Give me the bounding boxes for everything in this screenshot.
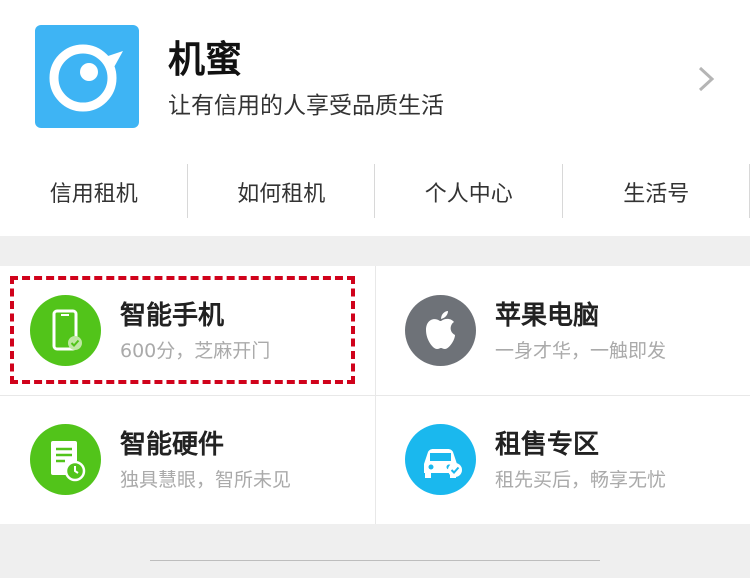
nav-item-label: 如何租机 bbox=[237, 182, 326, 207]
app-logo bbox=[35, 25, 139, 128]
app-header[interactable]: 机蜜 让有信用的人享受品质生活 bbox=[0, 0, 750, 148]
nav-bar: 信用租机 如何租机 个人中心 生活号 bbox=[0, 148, 750, 236]
car-icon bbox=[405, 424, 476, 495]
nav-item-label: 生活号 bbox=[623, 182, 690, 207]
app-subtitle: 让有信用的人享受品质生活 bbox=[168, 93, 444, 119]
category-subtitle: 一身才华，一触即发 bbox=[495, 340, 667, 362]
document-clock-icon bbox=[30, 424, 101, 495]
category-smart-hardware[interactable]: 智能硬件 独具慧眼，智所未见 bbox=[0, 395, 375, 524]
nav-item-label: 信用租机 bbox=[49, 182, 138, 207]
category-title: 智能硬件 bbox=[120, 430, 225, 460]
nav-item-personal-center[interactable]: 个人中心 bbox=[375, 148, 563, 236]
nav-item-how-to-rent[interactable]: 如何租机 bbox=[188, 148, 376, 236]
category-mac[interactable]: 苹果电脑 一身才华，一触即发 bbox=[375, 266, 750, 395]
nav-item-credit-rental[interactable]: 信用租机 bbox=[0, 148, 188, 236]
category-subtitle: 租先买后，畅享无忧 bbox=[495, 469, 667, 491]
nav-item-life-account[interactable]: 生活号 bbox=[563, 148, 750, 236]
highlight-box bbox=[10, 276, 355, 384]
category-title: 苹果电脑 bbox=[495, 301, 600, 331]
apple-icon bbox=[405, 295, 476, 366]
category-title: 租售专区 bbox=[495, 430, 600, 460]
category-subtitle: 独具慧眼，智所未见 bbox=[120, 469, 292, 491]
divider bbox=[150, 560, 600, 561]
chevron-right-icon[interactable] bbox=[694, 64, 718, 94]
category-rent-sale[interactable]: 租售专区 租先买后，畅享无忧 bbox=[375, 395, 750, 524]
app-title: 机蜜 bbox=[168, 38, 242, 81]
bird-eye-logo-icon bbox=[49, 44, 123, 112]
nav-item-label: 个人中心 bbox=[424, 182, 513, 207]
